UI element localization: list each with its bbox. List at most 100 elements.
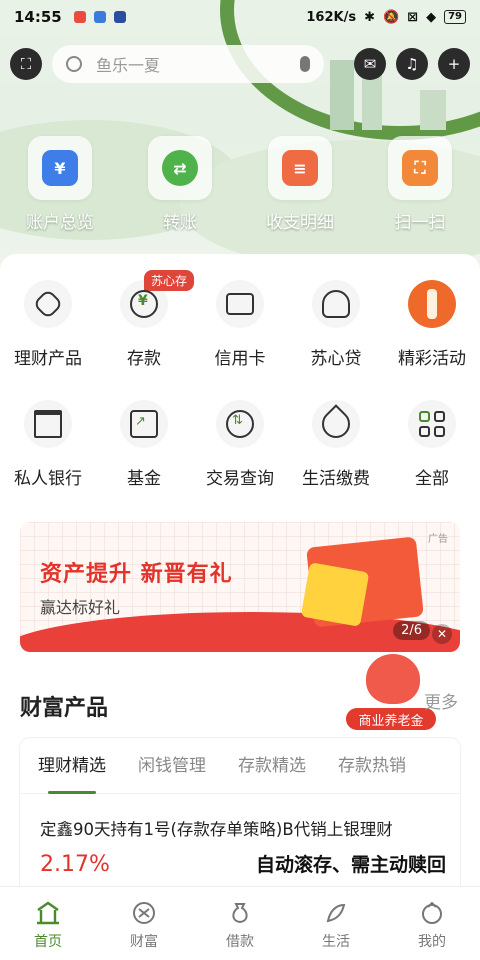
- main-panel: 理财产品 苏心存 ¥ 存款 信用卡 苏心贷 精彩活动 私人银行 ↗ 基金 ⇅ 交…: [0, 254, 480, 908]
- transfer-icon: ⇄: [162, 150, 198, 186]
- pension-promo[interactable]: 商业养老金: [346, 650, 436, 730]
- statement-icon: ≡: [282, 150, 318, 186]
- service-deposit[interactable]: 苏心存 ¥ 存款: [96, 270, 195, 369]
- tab-hot-deposit[interactable]: 存款热销: [338, 738, 406, 794]
- quick-action-account-overview[interactable]: ¥ 账户总览: [0, 136, 120, 233]
- close-icon[interactable]: ✕: [432, 624, 452, 644]
- quick-action-scan[interactable]: ⛶ 扫一扫: [360, 136, 480, 233]
- service-label: 交易查询: [206, 469, 274, 489]
- nav-profile[interactable]: 我的: [384, 887, 480, 960]
- mute-icon: 🔕: [382, 9, 400, 25]
- message-icon[interactable]: ✉: [354, 48, 386, 80]
- quick-action-statement[interactable]: ≡ 收支明细: [240, 136, 360, 233]
- service-label: 苏心贷: [310, 349, 362, 369]
- product-row: 2.17% 自动滚存、需主动赎回: [40, 850, 446, 877]
- service-utility-payment[interactable]: 生活缴费: [288, 400, 384, 489]
- service-wealth-products[interactable]: 理财产品: [0, 280, 96, 369]
- tab-idle-money[interactable]: 闲钱管理: [138, 738, 206, 794]
- service-fund[interactable]: ↗ 基金: [96, 400, 192, 489]
- nav-loan[interactable]: 借款: [192, 887, 288, 960]
- product-feature: 自动滚存、需主动赎回: [255, 854, 446, 876]
- search-icon: [66, 56, 82, 72]
- nav-label: 生活: [322, 934, 350, 950]
- life-nav-icon: [323, 901, 349, 925]
- network-speed: 162K/s: [306, 9, 357, 25]
- status-bar: 14:55 162K/s ✱ 🔕 ⊠ ◆ 79: [0, 0, 480, 34]
- service-grid-row-2: 私人银行 ↗ 基金 ⇅ 交易查询 生活缴费 全部: [0, 400, 480, 489]
- nav-home[interactable]: 首页: [0, 887, 96, 960]
- nav-label: 我的: [418, 934, 446, 950]
- header: 14:55 162K/s ✱ 🔕 ⊠ ◆ 79 ⛶ 鱼乐一夏 ✉ ♫ + ¥ 账…: [0, 0, 480, 270]
- banner-subtitle: 赢达标好礼: [40, 598, 121, 617]
- service-private-bank[interactable]: 私人银行: [0, 400, 96, 489]
- nav-wealth[interactable]: 财富: [96, 887, 192, 960]
- customer-service-icon[interactable]: ♫: [396, 48, 428, 80]
- service-label: 基金: [127, 469, 161, 489]
- pension-promo-label: 商业养老金: [346, 708, 436, 730]
- notification-icons: [73, 11, 126, 23]
- app-notification-icon: [113, 11, 126, 23]
- gift-illustration: [300, 562, 370, 627]
- profile-nav-icon: [419, 901, 445, 925]
- scan-corner-icon[interactable]: ⛶: [10, 48, 42, 80]
- wifi-icon: ◆: [426, 9, 437, 25]
- nav-label: 首页: [34, 934, 62, 950]
- service-label: 精彩活动: [398, 349, 466, 369]
- activity-icon: [408, 280, 456, 328]
- quick-action-label: 转账: [163, 213, 197, 233]
- quick-action-transfer[interactable]: ⇄ 转账: [120, 136, 240, 233]
- microphone-icon[interactable]: [300, 56, 310, 72]
- transaction-query-icon: ⇅: [216, 400, 264, 448]
- product-rate: 2.17%: [40, 852, 110, 877]
- quick-action-tile: ⛶: [388, 136, 452, 200]
- all-icon: [408, 400, 456, 448]
- service-transaction-query[interactable]: ⇅ 交易查询: [192, 400, 288, 489]
- service-label: 存款: [127, 349, 161, 369]
- more-link[interactable]: 更多: [424, 688, 458, 713]
- nav-life[interactable]: 生活: [288, 887, 384, 960]
- service-grid-row-1: 理财产品 苏心存 ¥ 存款 信用卡 苏心贷 精彩活动: [0, 270, 480, 369]
- service-activities[interactable]: 精彩活动: [384, 280, 480, 369]
- quick-action-tile: ⇄: [148, 136, 212, 200]
- ad-label: 广告: [428, 534, 448, 545]
- home-icon: [35, 901, 61, 925]
- fund-icon: ↗: [120, 400, 168, 448]
- search-placeholder: 鱼乐一夏: [96, 56, 161, 75]
- service-label: 私人银行: [14, 469, 82, 489]
- search-input[interactable]: 鱼乐一夏: [52, 45, 324, 83]
- app-notification-icon: [93, 11, 106, 23]
- product-name[interactable]: 定鑫90天持有1号(存款存单策略)B代销上银理财: [40, 816, 460, 840]
- status-time: 14:55: [14, 8, 62, 26]
- search-row: ⛶ 鱼乐一夏 ✉ ♫ +: [10, 44, 470, 84]
- credit-card-icon: [216, 280, 264, 328]
- service-label: 生活缴费: [302, 469, 370, 489]
- promo-banner[interactable]: 广告 资产提升 新晋有礼 赢达标好礼 2/6 ✕: [20, 522, 460, 652]
- wealth-nav-icon: [131, 901, 157, 925]
- nav-label: 借款: [226, 934, 254, 950]
- service-all[interactable]: 全部: [384, 400, 480, 489]
- heart-icon: [366, 654, 420, 704]
- service-loan[interactable]: 苏心贷: [288, 280, 384, 369]
- add-icon[interactable]: +: [438, 48, 470, 80]
- banner-pager: 2/6: [393, 621, 430, 640]
- service-label: 信用卡: [214, 349, 266, 369]
- quick-action-label: 扫一扫: [394, 213, 446, 233]
- banner-title: 资产提升 新晋有礼: [40, 562, 233, 587]
- quick-action-tile: ¥: [28, 136, 92, 200]
- bank-icon: [24, 400, 72, 448]
- service-label: 全部: [415, 469, 449, 489]
- quick-action-tile: ≡: [268, 136, 332, 200]
- quick-action-label: 账户总览: [26, 213, 94, 233]
- service-credit-card[interactable]: 信用卡: [192, 280, 288, 369]
- section-title-wealth: 财富产品: [20, 696, 109, 721]
- tab-featured-wealth[interactable]: 理财精选: [38, 738, 106, 794]
- app-notification-icon: [73, 11, 86, 23]
- bluetooth-icon: ✱: [364, 9, 375, 25]
- bottom-nav: 首页 财富 借款 生活 我的: [0, 886, 480, 960]
- scan-icon: ⛶: [402, 150, 438, 186]
- battery-indicator: 79: [444, 10, 466, 24]
- tab-featured-deposit[interactable]: 存款精选: [238, 738, 306, 794]
- wealth-products-card: 理财精选 闲钱管理 存款精选 存款热销 定鑫90天持有1号(存款存单策略)B代销…: [20, 738, 460, 908]
- wealth-tabs: 理财精选 闲钱管理 存款精选 存款热销: [20, 738, 460, 794]
- loan-icon: [312, 280, 360, 328]
